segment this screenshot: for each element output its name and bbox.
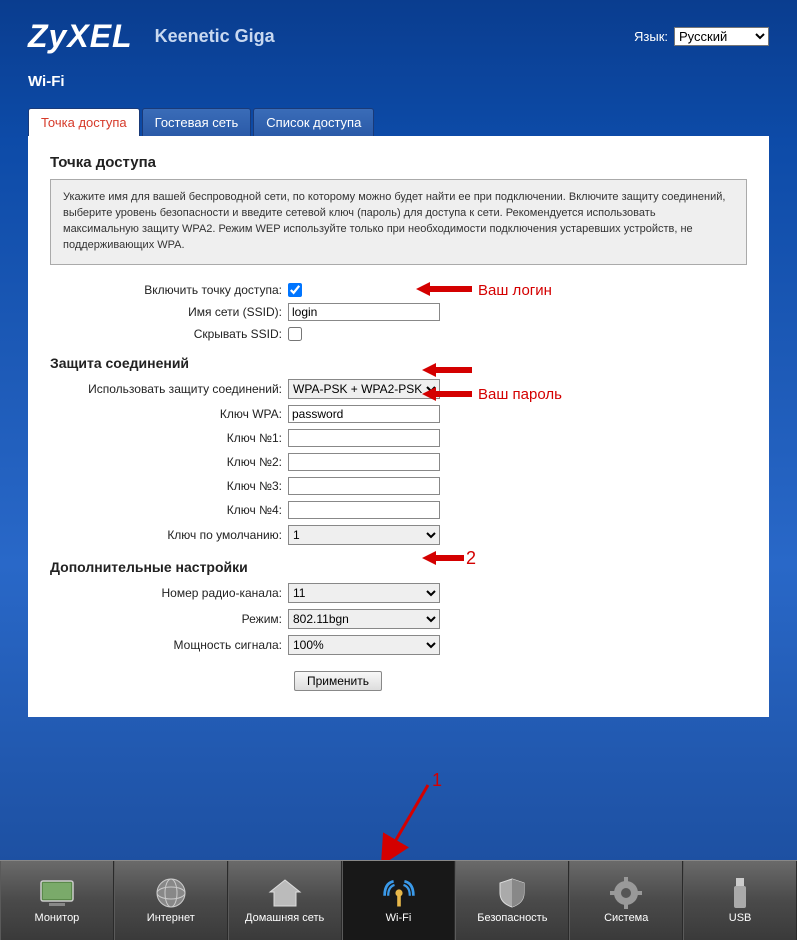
channel-label: Номер радио-канала:	[50, 586, 288, 600]
product-name: Keenetic Giga	[155, 26, 275, 47]
row-key1: Ключ №1:	[50, 429, 747, 447]
annotation-number-1: 1	[432, 770, 442, 791]
apply-button[interactable]: Применить	[294, 671, 382, 691]
security-mode-select[interactable]: WPA-PSK + WPA2-PSK	[288, 379, 440, 399]
row-power: Мощность сигнала: 100%	[50, 635, 747, 655]
ssid-input[interactable]	[288, 303, 440, 321]
row-channel: Номер радио-канала: 11	[50, 583, 747, 603]
home-icon	[267, 878, 303, 908]
nav-wifi[interactable]: Wi-Fi	[342, 861, 456, 940]
nav-label: Система	[604, 912, 648, 924]
security-heading: Защита соединений	[50, 355, 747, 371]
bottom-nav: Монитор Интернет Домашняя сеть Wi-Fi Без…	[0, 860, 797, 940]
tab-guest-network[interactable]: Гостевая сеть	[142, 108, 252, 136]
row-enable-ap: Включить точку доступа:	[50, 283, 747, 297]
nav-label: Монитор	[35, 912, 80, 924]
row-key2: Ключ №2:	[50, 453, 747, 471]
main-panel: Точка доступа Укажите имя для вашей бесп…	[28, 136, 769, 717]
key2-input[interactable]	[288, 453, 440, 471]
header: ZyXEL Keenetic Giga Язык: Русский	[0, 0, 797, 63]
language-select[interactable]: Русский	[674, 27, 769, 46]
enable-ap-checkbox[interactable]	[288, 283, 302, 297]
key4-label: Ключ №4:	[50, 503, 288, 517]
ssid-label: Имя сети (SSID):	[50, 305, 288, 319]
globe-icon	[153, 878, 189, 908]
key4-input[interactable]	[288, 501, 440, 519]
row-ssid: Имя сети (SSID):	[50, 303, 747, 321]
shield-icon	[494, 878, 530, 908]
hide-ssid-label: Скрывать SSID:	[50, 327, 288, 341]
key3-label: Ключ №3:	[50, 479, 288, 493]
nav-monitor[interactable]: Монитор	[0, 861, 114, 940]
row-mode: Режим: 802.11bgn	[50, 609, 747, 629]
monitor-icon	[39, 878, 75, 908]
security-mode-label: Использовать защиту соединений:	[50, 382, 288, 396]
power-label: Мощность сигнала:	[50, 638, 288, 652]
wifi-mode-label: Режим:	[50, 612, 288, 626]
channel-select[interactable]: 11	[288, 583, 440, 603]
tab-access-list[interactable]: Список доступа	[253, 108, 374, 136]
row-key3: Ключ №3:	[50, 477, 747, 495]
tab-access-point[interactable]: Точка доступа	[28, 108, 140, 136]
usb-icon	[722, 878, 758, 908]
nav-label: Интернет	[147, 912, 195, 924]
default-key-select[interactable]: 1	[288, 525, 440, 545]
nav-security[interactable]: Безопасность	[455, 861, 569, 940]
wpa-key-input[interactable]	[288, 405, 440, 423]
language-selector: Язык: Русский	[634, 27, 769, 46]
advanced-heading: Дополнительные настройки	[50, 559, 747, 575]
wifi-mode-select[interactable]: 802.11bgn	[288, 609, 440, 629]
tabs: Точка доступа Гостевая сеть Список досту…	[0, 108, 797, 136]
wpa-key-label: Ключ WPA:	[50, 407, 288, 421]
panel-heading: Точка доступа	[50, 154, 747, 171]
key3-input[interactable]	[288, 477, 440, 495]
key1-input[interactable]	[288, 429, 440, 447]
nav-label: Безопасность	[477, 912, 547, 924]
key1-label: Ключ №1:	[50, 431, 288, 445]
nav-label: Wi-Fi	[386, 912, 412, 924]
hide-ssid-checkbox[interactable]	[288, 327, 302, 341]
enable-ap-label: Включить точку доступа:	[50, 283, 288, 297]
power-select[interactable]: 100%	[288, 635, 440, 655]
page-title: Wi-Fi	[0, 63, 797, 108]
nav-label: Домашняя сеть	[245, 912, 324, 924]
default-key-label: Ключ по умолчанию:	[50, 528, 288, 542]
row-security-mode: Использовать защиту соединений: WPA-PSK …	[50, 379, 747, 399]
help-text: Укажите имя для вашей беспроводной сети,…	[50, 179, 747, 265]
language-label: Язык:	[634, 29, 668, 44]
nav-label: USB	[729, 912, 752, 924]
row-hide-ssid: Скрывать SSID:	[50, 327, 747, 341]
gear-icon	[608, 878, 644, 908]
key2-label: Ключ №2:	[50, 455, 288, 469]
row-default-key: Ключ по умолчанию: 1	[50, 525, 747, 545]
nav-home-network[interactable]: Домашняя сеть	[228, 861, 342, 940]
nav-system[interactable]: Система	[569, 861, 683, 940]
wifi-icon	[381, 878, 417, 908]
arrow-icon	[378, 780, 438, 860]
logo: ZyXEL	[28, 18, 133, 55]
nav-usb[interactable]: USB	[683, 861, 797, 940]
row-key4: Ключ №4:	[50, 501, 747, 519]
nav-internet[interactable]: Интернет	[114, 861, 228, 940]
row-wpa-key: Ключ WPA:	[50, 405, 747, 423]
